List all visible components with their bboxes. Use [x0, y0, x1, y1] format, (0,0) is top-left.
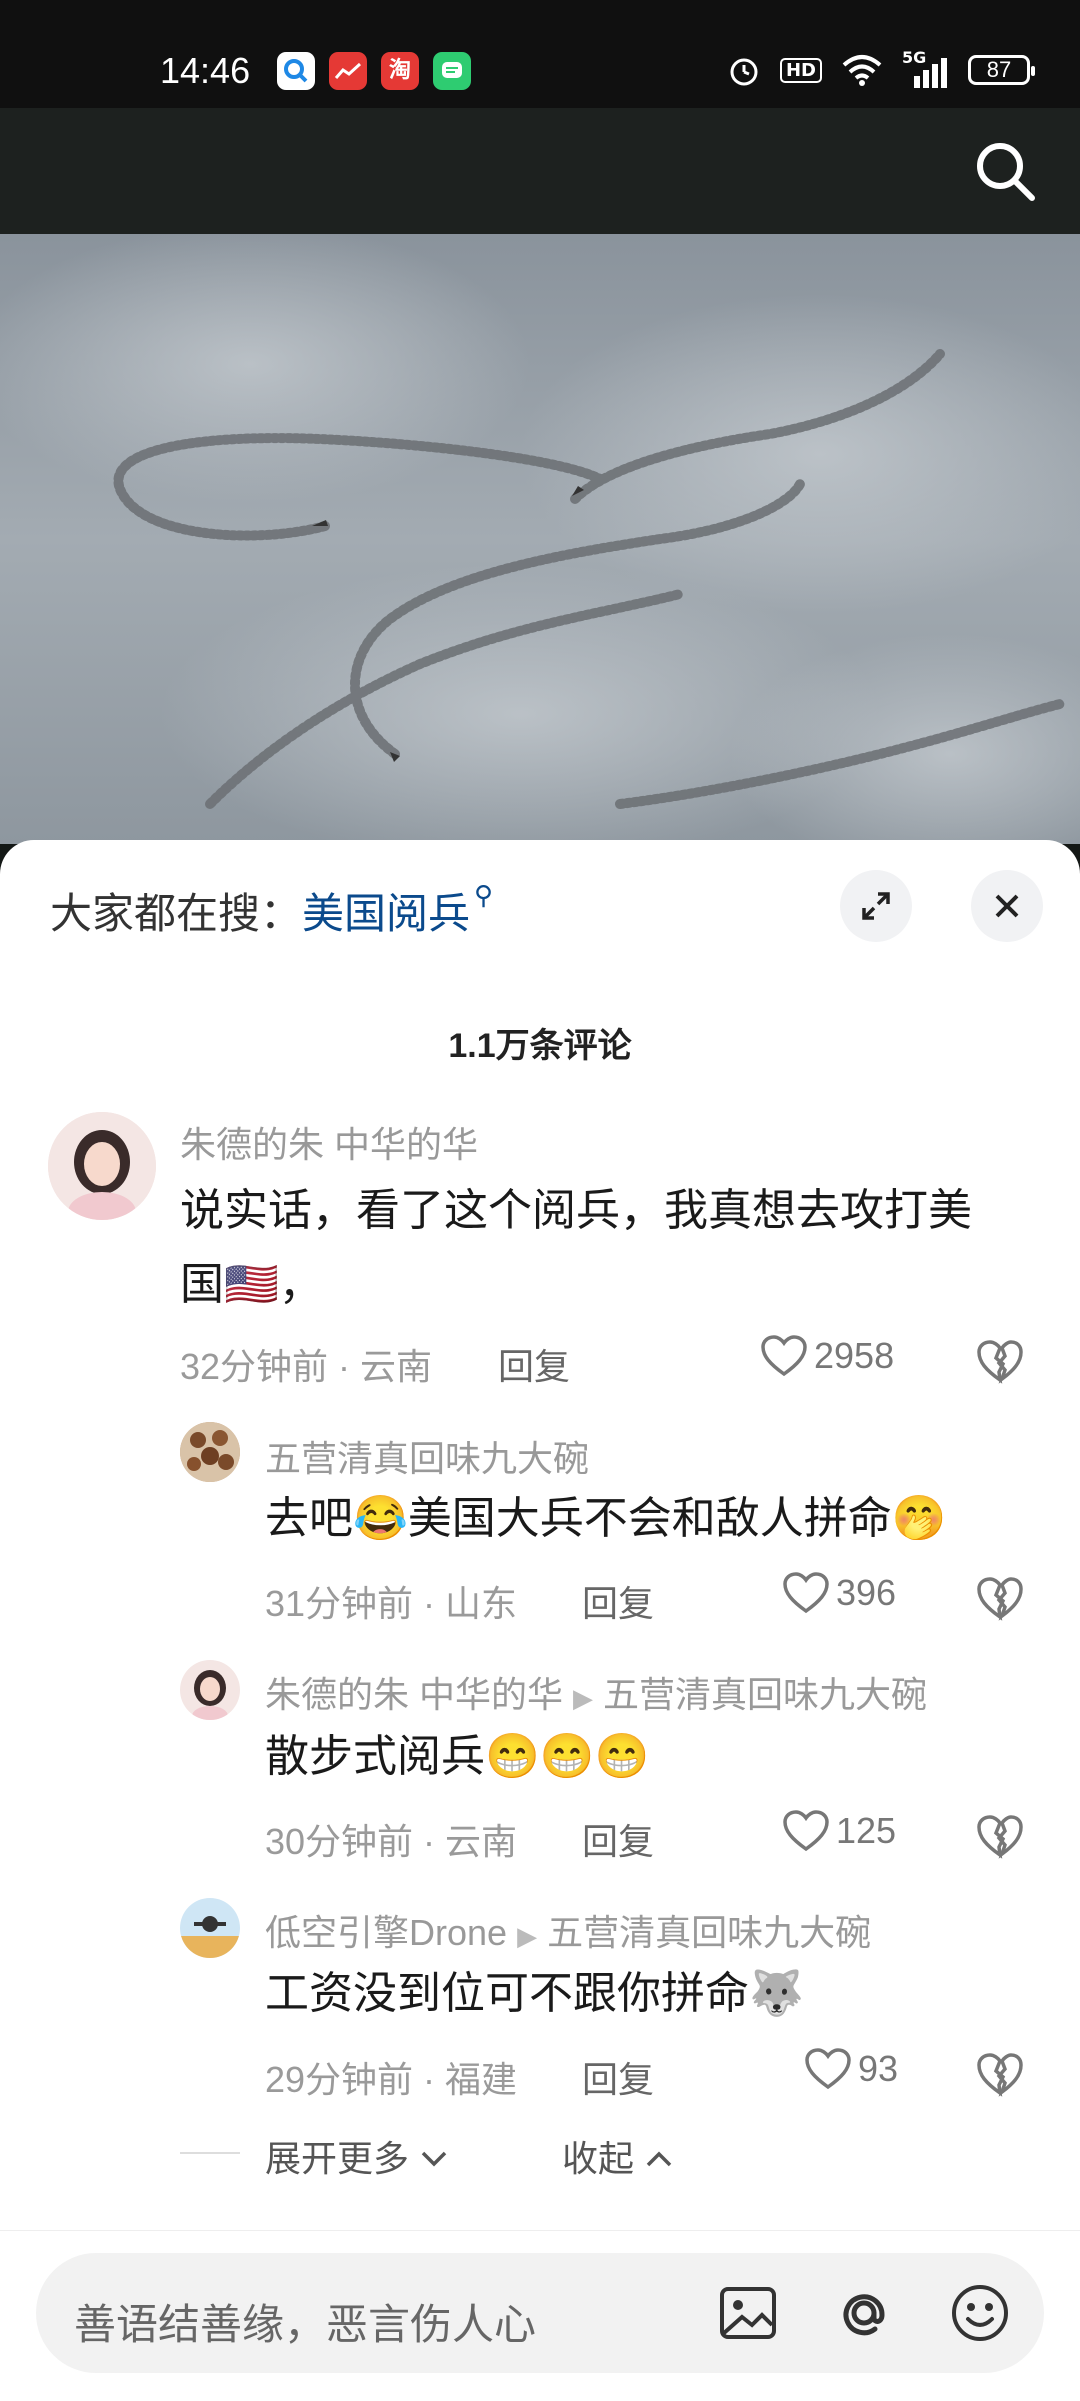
like-button[interactable]: 93	[804, 2047, 898, 2091]
comments-count: 1.1万条评论	[448, 1027, 632, 1065]
reply-username[interactable]: 朱德的朱 中华的华 ▶ 五营清真回味九大碗	[265, 1666, 927, 1718]
broken-heart-icon	[977, 2053, 1023, 2097]
trending-keyword[interactable]: 美国阅兵	[302, 890, 470, 937]
dislike-button[interactable]	[975, 1813, 1025, 1859]
chat-app-icon	[433, 52, 471, 90]
comment-text: 说实话，看了这个阅兵，我真想去攻打美国🇺🇸，	[180, 1186, 972, 1309]
like-button[interactable]: 396	[782, 1571, 896, 1615]
reply-button[interactable]: 回复	[498, 1338, 570, 1390]
close-button[interactable]	[971, 870, 1043, 942]
chevron-down-icon	[421, 2151, 447, 2167]
reply-button[interactable]: 回复	[582, 1813, 654, 1865]
trending-prefix: 大家都在搜：	[50, 890, 303, 937]
reply-text: 散步式阅兵😁😁😁	[265, 1732, 650, 1781]
reply-button[interactable]: 回复	[582, 2051, 654, 2103]
avatar[interactable]	[180, 1898, 240, 1958]
reply-button[interactable]: 回复	[582, 1575, 654, 1627]
comment-input-placeholder: 善语结善缘，恶言伤人心	[74, 2301, 537, 2348]
broken-heart-icon	[977, 1340, 1023, 1384]
at-icon	[843, 2294, 885, 2336]
reply-author[interactable]: 低空引擎Drone	[265, 1912, 507, 1953]
image-icon	[720, 2287, 776, 2339]
cellular-signal-icon: 5G	[902, 48, 950, 88]
image-button[interactable]	[714, 2279, 782, 2347]
heart-icon	[805, 2048, 851, 2090]
expand-button[interactable]	[840, 870, 912, 942]
comment-input[interactable]: 善语结善缘，恶言伤人心	[36, 2253, 1044, 2373]
reply-meta: 29分钟前 · 福建	[265, 2059, 518, 2100]
smiley-icon	[952, 2285, 1008, 2341]
thread-divider	[180, 2152, 240, 2154]
close-icon	[995, 894, 1019, 918]
trending-search-icon: ⚲	[474, 880, 494, 910]
trending-search[interactable]: 大家都在搜：美国阅兵 ⚲	[50, 880, 493, 941]
like-count: 93	[858, 2048, 899, 2089]
status-time: 14:46	[160, 50, 251, 91]
emoji-button[interactable]	[946, 2279, 1014, 2347]
status-bar: 14:46 淘 HD 5G 87	[0, 0, 1080, 108]
reply-to-arrow-icon: ▶	[517, 1921, 538, 1951]
reply-meta: 30分钟前 · 云南	[265, 1821, 518, 1862]
reply-to-user[interactable]: 五营清真回味九大碗	[547, 1912, 871, 1953]
reply-author[interactable]: 朱德的朱 中华的华	[265, 1674, 563, 1715]
expand-more-label: 展开更多	[265, 2138, 410, 2179]
reply-to-arrow-icon: ▶	[573, 1683, 594, 1713]
like-count: 2958	[814, 1335, 895, 1376]
reply-meta: 31分钟前 · 山东	[265, 1583, 518, 1624]
dislike-button[interactable]	[975, 1338, 1025, 1384]
alarm-icon	[730, 58, 758, 86]
like-count: 125	[836, 1810, 897, 1851]
expand-more-button[interactable]: 展开更多	[265, 2130, 449, 2182]
wifi-icon	[842, 55, 882, 86]
heart-icon	[783, 1810, 829, 1852]
comment-username[interactable]: 朱德的朱 中华的华	[180, 1116, 478, 1168]
like-button[interactable]: 2958	[760, 1334, 894, 1378]
comments-sheet: 大家都在搜：美国阅兵 ⚲ 1.1万条评论 朱德的朱 中华的华 说实话，看了这个阅兵…	[0, 840, 1080, 2401]
dislike-button[interactable]	[975, 1575, 1025, 1621]
avatar[interactable]	[180, 1660, 240, 1720]
like-button[interactable]: 125	[782, 1809, 896, 1853]
dislike-button[interactable]	[975, 2051, 1025, 2097]
avatar[interactable]	[48, 1112, 156, 1220]
taobao-app-icon: 淘	[381, 52, 419, 90]
expand-icon	[862, 892, 890, 920]
avatar[interactable]	[180, 1422, 240, 1482]
broken-heart-icon	[977, 1815, 1023, 1859]
heart-icon	[783, 1572, 829, 1614]
hd-icon: HD	[779, 57, 822, 83]
collapse-button[interactable]: 收起	[562, 2130, 674, 2182]
reply-text: 工资没到位可不跟你拼命🐺	[265, 1969, 804, 2018]
reply-to-user[interactable]: 五营清真回味九大碗	[603, 1674, 927, 1715]
reply-text: 去吧😂美国大兵不会和敌人拼命🤭	[265, 1494, 947, 1543]
stock-app-icon	[329, 52, 367, 90]
collapse-label: 收起	[562, 2138, 635, 2179]
reply-username[interactable]: 五营清真回味九大碗	[265, 1430, 589, 1482]
video-player[interactable]	[0, 234, 1080, 844]
search-icon	[977, 143, 1035, 201]
broken-heart-icon	[977, 1577, 1023, 1621]
network-type: 5G	[902, 48, 927, 67]
heart-icon	[761, 1335, 807, 1377]
comment-meta: 32分钟前 · 云南	[180, 1346, 433, 1387]
like-count: 396	[836, 1572, 897, 1613]
search-app-icon	[277, 52, 315, 90]
comment-input-bar: 善语结善缘，恶言伤人心	[0, 2230, 1080, 2401]
reply-username[interactable]: 低空引擎Drone ▶ 五营清真回味九大碗	[265, 1904, 871, 1956]
top-bar	[0, 108, 1080, 234]
battery-indicator: 87	[968, 55, 1035, 85]
search-button[interactable]	[970, 136, 1040, 206]
chevron-up-icon	[646, 2151, 672, 2167]
mention-button[interactable]	[830, 2279, 898, 2347]
